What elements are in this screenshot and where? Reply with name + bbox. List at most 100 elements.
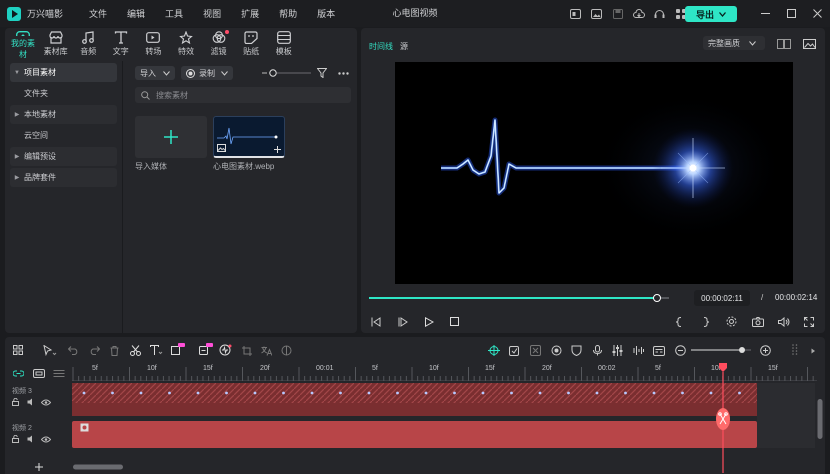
compare-view-icon[interactable]	[777, 39, 791, 49]
maximize-icon[interactable]	[778, 9, 804, 18]
track-lock-icon[interactable]	[12, 435, 19, 443]
audio-stretch-icon[interactable]	[633, 345, 644, 356]
tab-audio[interactable]: 音频	[73, 28, 103, 60]
expand-right-icon[interactable]	[811, 348, 816, 354]
play-icon[interactable]	[424, 317, 434, 327]
vertical-scrollbar[interactable]	[817, 399, 823, 439]
camera-icon[interactable]	[752, 317, 764, 327]
auto-highlight-icon[interactable]	[509, 345, 520, 356]
mark-in-icon[interactable]	[676, 317, 682, 327]
mask-icon[interactable]	[571, 345, 582, 356]
audio-mixer-icon[interactable]	[612, 345, 623, 356]
layout-grid-icon[interactable]	[13, 345, 23, 355]
more-icon[interactable]	[338, 72, 349, 75]
scene-detect-icon[interactable]	[530, 345, 541, 356]
sidebar-item-edit-presets[interactable]: ▶ 编辑预设	[10, 147, 117, 166]
play-previous-frame-icon[interactable]	[398, 317, 408, 327]
tab-transition[interactable]: 转场	[138, 28, 168, 60]
filter-funnel-icon[interactable]	[317, 68, 327, 78]
sidebar-item-cloud[interactable]: 云空间	[10, 126, 117, 145]
cloud-icon[interactable]	[628, 0, 649, 27]
track-lock-icon[interactable]	[12, 398, 19, 406]
quality-dropdown[interactable]: 完整画质	[703, 36, 765, 50]
stop-icon[interactable]	[450, 317, 459, 326]
sidebar-item-brand-kit[interactable]: ▶ 品牌套件	[10, 168, 117, 187]
layout-icon[interactable]	[565, 0, 586, 27]
save-icon[interactable]	[607, 0, 628, 27]
record-dropdown[interactable]: 录制	[181, 66, 233, 80]
crop-icon[interactable]	[242, 346, 252, 356]
select-tool-icon[interactable]	[43, 345, 57, 356]
crop-ai-icon[interactable]	[171, 343, 185, 356]
track-visibility-icon[interactable]	[41, 399, 51, 406]
zoom-slider[interactable]	[691, 345, 751, 355]
add-track-plus-icon[interactable]	[35, 463, 43, 471]
export-button[interactable]: 导出	[685, 6, 737, 22]
snapshot-image-icon[interactable]	[803, 39, 816, 49]
color-match-icon[interactable]	[281, 345, 292, 356]
audio-detect-icon[interactable]	[219, 344, 232, 356]
track-visibility-icon[interactable]	[41, 436, 51, 443]
translate-icon[interactable]	[261, 346, 272, 356]
text-tool-icon[interactable]	[150, 345, 163, 356]
add-track-icon[interactable]	[33, 369, 45, 378]
menu-help[interactable]: 帮助	[279, 7, 297, 20]
video-viewer[interactable]	[395, 62, 793, 284]
mark-out-icon[interactable]	[703, 317, 709, 327]
playback-progress-slider[interactable]	[369, 293, 669, 303]
close-icon[interactable]	[804, 9, 830, 18]
zoom-in-icon[interactable]	[760, 345, 771, 356]
tab-filter[interactable]: 滤镜	[204, 28, 234, 60]
tab-source-preview[interactable]: 源	[400, 41, 408, 52]
search-bar[interactable]: 搜索素材	[135, 87, 351, 103]
menu-file[interactable]: 文件	[89, 7, 107, 20]
redo-icon[interactable]	[89, 346, 100, 355]
ai-magic-icon[interactable]	[488, 345, 500, 356]
panel-grip-icon[interactable]	[792, 344, 798, 356]
tab-store[interactable]: 素材库	[41, 28, 71, 60]
menu-tools[interactable]: 工具	[165, 7, 183, 20]
import-dropdown[interactable]: 导入	[135, 66, 175, 80]
tab-timeline-preview[interactable]: 时间线	[369, 41, 393, 52]
fullscreen-icon[interactable]	[804, 317, 814, 327]
microphone-icon[interactable]	[593, 345, 602, 356]
minimize-icon[interactable]	[752, 9, 778, 18]
headset-icon[interactable]	[649, 0, 670, 27]
zoom-out-icon[interactable]	[675, 345, 686, 356]
tab-text[interactable]: 文字	[106, 28, 136, 60]
media-thumbnail[interactable]	[213, 116, 285, 158]
track-audio-icon[interactable]	[27, 435, 35, 443]
green-screen-icon[interactable]	[551, 345, 562, 356]
track-audio-icon[interactable]	[27, 398, 35, 406]
undo-icon[interactable]	[68, 346, 79, 355]
sidebar-item-project-media[interactable]: ▼ 项目素材	[10, 63, 117, 82]
horizontal-scrollbar[interactable]	[73, 464, 123, 470]
video-clip-track-2[interactable]	[72, 421, 757, 448]
menu-version[interactable]: 版本	[317, 7, 335, 20]
import-media-card[interactable]	[135, 116, 207, 158]
playhead[interactable]	[715, 363, 731, 473]
render-settings-icon[interactable]	[726, 316, 737, 327]
delete-icon[interactable]	[110, 346, 119, 356]
split-scissors-icon[interactable]	[130, 345, 141, 356]
add-to-timeline-icon[interactable]	[274, 146, 281, 153]
time-ruler[interactable]: 5f 10f 15f 20f 00:01 5f 10f 15f 20f 00:0…	[72, 363, 817, 381]
video-clip-track-3[interactable]	[72, 383, 757, 416]
link-icon[interactable]	[13, 369, 24, 378]
sidebar-item-folder[interactable]: 文件夹	[10, 84, 117, 103]
track-manager-icon[interactable]	[53, 369, 65, 378]
tab-template[interactable]: 模板	[269, 28, 299, 60]
thumbnail-size-slider[interactable]	[262, 68, 312, 78]
menu-extensions[interactable]: 扩展	[241, 7, 259, 20]
menu-edit[interactable]: 编辑	[127, 7, 145, 20]
tab-my-media[interactable]: 我的素材	[8, 28, 38, 60]
speech-ai-icon[interactable]	[199, 343, 213, 356]
sidebar-item-local-media[interactable]: ▶ 本地素材	[10, 105, 117, 124]
volume-icon[interactable]	[778, 317, 790, 327]
subtitle-icon[interactable]	[653, 346, 665, 356]
picture-icon[interactable]	[586, 0, 607, 27]
tab-sticker[interactable]: 贴纸	[236, 28, 266, 60]
menu-view[interactable]: 视图	[203, 7, 221, 20]
step-back-icon[interactable]	[371, 317, 381, 327]
tab-effects[interactable]: 特效	[171, 28, 201, 60]
